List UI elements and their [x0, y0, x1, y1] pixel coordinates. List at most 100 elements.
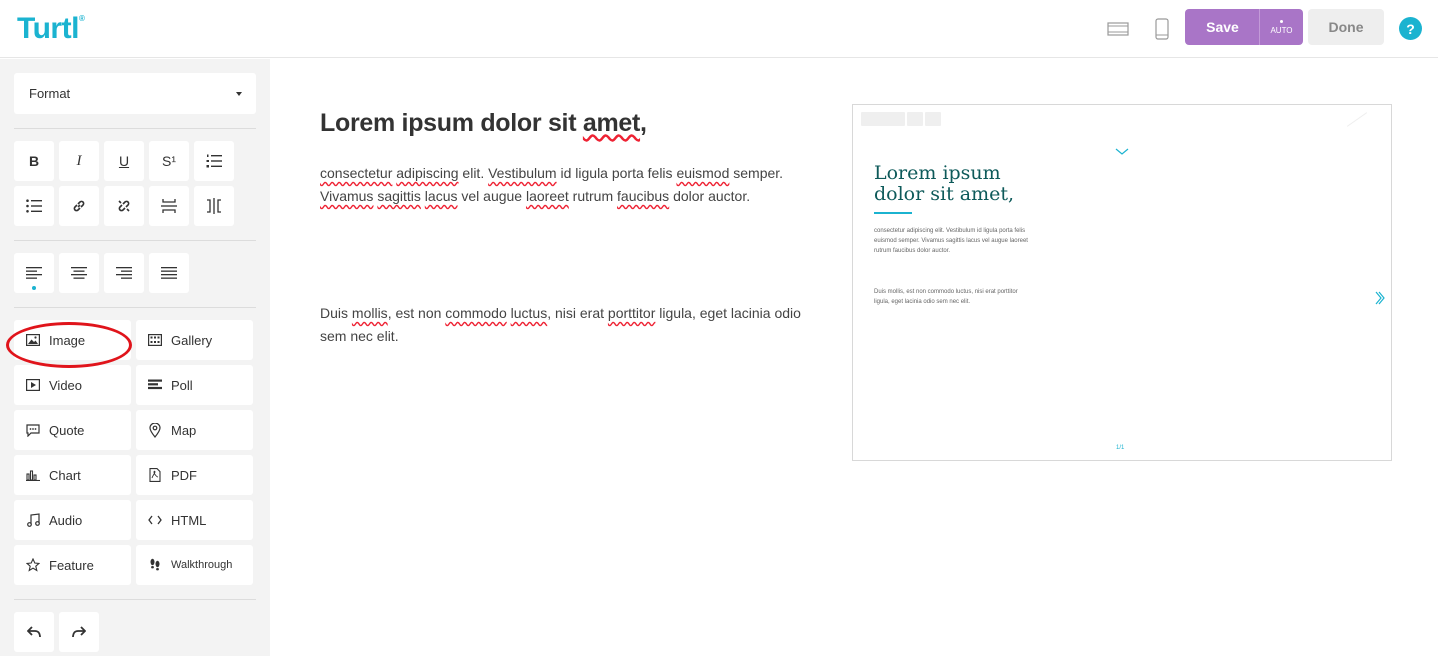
underline-button[interactable]: U	[104, 141, 144, 181]
divider	[14, 128, 256, 129]
audio-block-button[interactable]: Audio	[14, 500, 131, 540]
superscript-label: S¹	[162, 153, 176, 169]
content-paragraph[interactable]: Duis mollis, est non commodo luctus, nis…	[320, 302, 810, 348]
misspelled-word: amet	[582, 109, 641, 137]
underline-label: U	[118, 153, 130, 169]
preview-corner	[1346, 112, 1368, 127]
bullet-list-button[interactable]	[14, 186, 54, 226]
block-label: Feature	[49, 557, 94, 573]
link-button[interactable]	[59, 186, 99, 226]
content-editor[interactable]: Lorem ipsum dolor sit amet, consectetur …	[320, 106, 810, 344]
bullet-list-icon	[26, 199, 42, 213]
save-button[interactable]: Save	[1185, 9, 1260, 45]
align-left-icon	[26, 267, 42, 279]
preview-expand-button	[907, 112, 923, 126]
poll-block-button[interactable]: Poll	[136, 365, 253, 405]
block-label: Audio	[49, 512, 83, 528]
quote-block-button[interactable]: Quote	[14, 410, 131, 450]
feature-block-button[interactable]: Feature	[14, 545, 131, 585]
column-width-button[interactable]	[194, 186, 234, 226]
preview-contents-button	[861, 112, 905, 126]
autosave-toggle[interactable]: AUTO	[1259, 9, 1303, 45]
italic-button[interactable]: I	[59, 141, 99, 181]
chart-icon	[25, 467, 41, 483]
block-label: Chart	[49, 467, 81, 483]
align-center-icon	[71, 267, 87, 279]
ordered-list-button[interactable]	[194, 141, 234, 181]
misspelled-word: Vivamus	[320, 188, 374, 204]
justify-button[interactable]	[149, 253, 189, 293]
poll-icon	[147, 377, 163, 393]
desktop-view-icon[interactable]	[1107, 18, 1129, 40]
block-label: Quote	[49, 422, 85, 438]
gallery-icon	[147, 332, 163, 348]
align-center-button[interactable]	[59, 253, 99, 293]
quote-icon	[25, 422, 41, 438]
block-label: Walkthrough	[171, 559, 233, 571]
misspelled-word: adipiscing	[396, 165, 459, 181]
full-width-button[interactable]	[149, 186, 189, 226]
star-icon	[25, 557, 41, 573]
column-width-icon	[207, 198, 221, 214]
block-label: Video	[49, 377, 83, 393]
gallery-block-button[interactable]: Gallery	[136, 320, 253, 360]
pdf-block-button[interactable]: PDF	[136, 455, 253, 495]
preview-toolbar	[861, 112, 941, 126]
block-label: Gallery	[171, 332, 213, 348]
unlink-button[interactable]	[104, 186, 144, 226]
block-label: HTML	[171, 512, 207, 528]
preview-title: Lorem ipsum dolor sit amet,	[874, 162, 1015, 205]
html-block-button[interactable]: HTML	[136, 500, 253, 540]
preview-page-indicator: 1/1	[1116, 445, 1125, 451]
help-button[interactable]: ?	[1399, 17, 1422, 40]
preview-title-rule	[874, 212, 912, 214]
next-page-icon[interactable]	[1375, 291, 1385, 309]
divider	[14, 599, 256, 600]
block-label: Poll	[171, 377, 193, 393]
chevron-down-icon	[1115, 143, 1129, 161]
done-button[interactable]: Done	[1308, 9, 1384, 45]
walkthrough-block-button[interactable]: Walkthrough	[136, 545, 253, 585]
sidebar: Format B I U S¹ Image Gallery Video Poll…	[0, 59, 270, 656]
misspelled-word: lacus	[424, 188, 458, 204]
misspelled-word: laoreet	[525, 188, 569, 204]
misspelled-word: euismod	[676, 165, 730, 181]
unlink-icon	[118, 200, 130, 212]
content-paragraph[interactable]: consectetur adipiscing elit. Vestibulum …	[320, 162, 800, 208]
chart-block-button[interactable]: Chart	[14, 455, 131, 495]
footprints-icon	[147, 557, 163, 573]
preview-paragraph: consectetur adipiscing elit. Vestibulum …	[874, 228, 1028, 254]
turtl-logo[interactable]: Turtl®	[17, 12, 85, 46]
done-label: Done	[1328, 19, 1364, 35]
page-preview[interactable]: Lorem ipsum dolor sit amet, consectetur …	[852, 104, 1392, 461]
redo-button[interactable]	[59, 612, 99, 652]
preview-paragraph: Duis mollis, est non commodo luctus, nis…	[874, 289, 1018, 305]
format-label: Format	[29, 86, 71, 101]
misspelled-word: luctus	[510, 305, 548, 321]
block-label: Map	[171, 422, 197, 438]
mobile-view-icon[interactable]	[1151, 18, 1173, 40]
caret-down-icon	[236, 92, 242, 96]
undo-button[interactable]	[14, 612, 54, 652]
logo-mark: ®	[78, 14, 85, 23]
italic-label: I	[76, 152, 82, 169]
auto-label: AUTO	[1270, 25, 1293, 35]
active-alignment-indicator	[32, 286, 36, 290]
justify-icon	[161, 267, 177, 279]
video-block-button[interactable]: Video	[14, 365, 131, 405]
align-right-button[interactable]	[104, 253, 144, 293]
map-block-button[interactable]: Map	[136, 410, 253, 450]
logo-text: Turtl	[17, 12, 79, 45]
map-pin-icon	[147, 422, 163, 438]
format-dropdown[interactable]: Format	[14, 73, 256, 114]
content-heading[interactable]: Lorem ipsum dolor sit amet,	[320, 106, 810, 140]
block-label: PDF	[171, 467, 197, 483]
bold-button[interactable]: B	[14, 141, 54, 181]
misspelled-word: consectetur	[320, 165, 393, 181]
superscript-button[interactable]: S¹	[149, 141, 189, 181]
autosave-dot	[1280, 19, 1283, 23]
divider	[14, 307, 256, 308]
video-icon	[25, 377, 41, 393]
bold-label: B	[28, 153, 40, 169]
misspelled-word: porttitor	[607, 305, 656, 321]
